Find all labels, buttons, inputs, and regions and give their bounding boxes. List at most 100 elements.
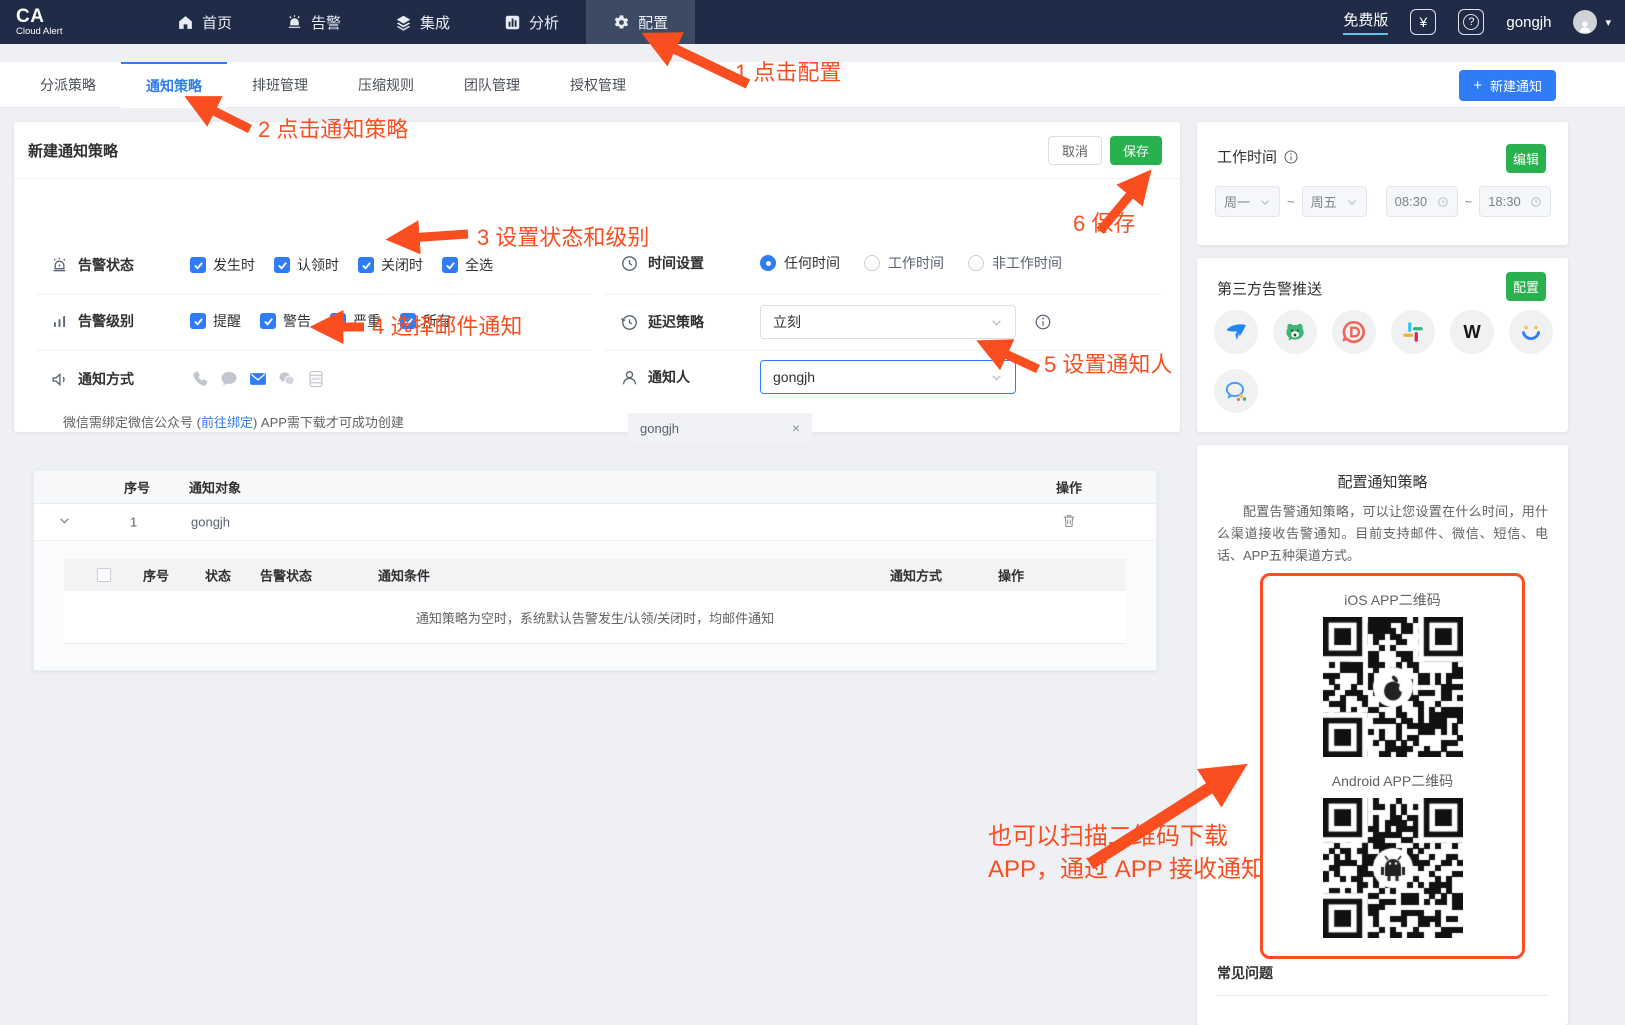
checkbox-checked-icon	[274, 257, 290, 273]
nav-item-analytics[interactable]: 分析	[477, 0, 586, 44]
wechat-icon[interactable]	[277, 369, 297, 389]
time-to-input[interactable]: 18:30	[1479, 186, 1551, 217]
bearychat-icon[interactable]	[1273, 310, 1317, 354]
avatar[interactable]	[1573, 10, 1597, 34]
tab-shift-management[interactable]: 排班管理	[227, 62, 333, 108]
tag-remove-icon[interactable]: ×	[792, 420, 800, 436]
wechat-work-icon[interactable]	[1214, 369, 1258, 413]
username-label[interactable]: gongjh	[1506, 14, 1551, 31]
checkbox-checked-icon	[190, 257, 206, 273]
checkbox-checked-icon	[190, 313, 206, 329]
help-button[interactable]: ?	[1458, 9, 1484, 35]
third-party-card: 第三方告警推送 配置 W	[1197, 258, 1568, 432]
guide-title: 配置通知策略	[1197, 471, 1568, 492]
detail-table-header: 序号 状态 告警状态 通知条件 通知方式 操作	[64, 559, 1126, 591]
day-from-select[interactable]: 周一	[1215, 186, 1280, 217]
clock-icon	[620, 254, 639, 273]
wechat-binding-note: 微信需绑定微信公众号 (前往绑定) APP需下载才可成功创建	[63, 412, 404, 431]
slack-icon[interactable]	[1391, 310, 1435, 354]
android-qr-label: Android APP二维码	[1332, 771, 1453, 791]
tab-compression-rules[interactable]: 压缩规则	[333, 62, 439, 108]
checkbox-on-close[interactable]: 关闭时	[358, 255, 423, 275]
sms-icon[interactable]	[219, 369, 239, 389]
tab-dispatch-policy[interactable]: 分派策略	[15, 62, 121, 108]
delay-clock-icon	[620, 313, 639, 332]
divider	[1217, 995, 1548, 996]
new-notification-button[interactable]: + 新建通知	[1459, 70, 1556, 101]
nav-item-label: 首页	[202, 12, 232, 33]
plan-badge[interactable]: 免费版	[1343, 9, 1388, 35]
navbar-right: 免费版 ¥ ? gongjh ▾	[1343, 9, 1625, 35]
nav-item-label: 告警	[311, 12, 341, 33]
checkbox-level-critical[interactable]: 严重	[330, 311, 381, 331]
radio-icon	[864, 255, 880, 271]
clock-icon	[1437, 196, 1449, 208]
expand-chevron-icon[interactable]	[58, 514, 71, 530]
day-to-select[interactable]: 周五	[1302, 186, 1367, 217]
bearychat-d-icon[interactable]	[1332, 310, 1376, 354]
radio-any-time[interactable]: 任何时间	[760, 253, 840, 273]
checkbox-select-all-status[interactable]: 全选	[442, 255, 493, 275]
radio-work-time[interactable]: 工作时间	[864, 253, 944, 273]
nav-item-home[interactable]: 首页	[150, 0, 259, 44]
person-icon	[620, 368, 639, 387]
delay-policy-label: 延迟策略	[648, 312, 728, 332]
info-icon[interactable]	[1283, 149, 1299, 165]
guide-description: 配置告警通知策略，可以让您设置在什么时间，用什么渠道接收告警通知。目前支持邮件、…	[1217, 501, 1548, 567]
alert-level-icon	[50, 312, 69, 331]
delay-policy-select[interactable]: 立刻	[760, 305, 1016, 339]
ios-qr-label: iOS APP二维码	[1344, 590, 1440, 610]
nav-item-alerts[interactable]: 告警	[259, 0, 368, 44]
edit-work-time-button[interactable]: 编辑	[1506, 144, 1546, 173]
col-action: 操作	[1056, 478, 1082, 497]
detail-col-condition: 通知条件	[378, 566, 430, 585]
checkbox-on-occur[interactable]: 发生时	[190, 255, 255, 275]
form-title: 新建通知策略	[28, 140, 118, 161]
info-icon[interactable]	[1034, 313, 1052, 331]
billing-button[interactable]: ¥	[1410, 9, 1436, 35]
alarm-icon	[286, 14, 303, 31]
qr-annotation-box: iOS APP二维码 Android APP二维码	[1260, 573, 1525, 959]
app-icon[interactable]: APP	[306, 369, 326, 389]
tab-authorization[interactable]: 授权管理	[545, 62, 651, 108]
checkbox-level-all[interactable]: 所有	[400, 311, 451, 331]
alert-status-row: 告警状态 发生时 认领时 关闭时 全选	[50, 255, 493, 275]
radio-non-work-time[interactable]: 非工作时间	[968, 253, 1062, 273]
select-all-checkbox[interactable]	[97, 568, 111, 582]
brand-logo[interactable]: CA Cloud Alert	[0, 7, 150, 37]
dingtalk-icon[interactable]	[1214, 310, 1258, 354]
chevron-down-icon	[1346, 196, 1358, 208]
tab-notification-policy[interactable]: 通知策略	[121, 62, 227, 108]
nav-item-settings[interactable]: 配置	[586, 0, 695, 44]
chevron-down-icon	[990, 371, 1003, 384]
range-separator: ~	[1465, 194, 1473, 209]
tab-team-management[interactable]: 团队管理	[439, 62, 545, 108]
notify-person-label: 通知人	[648, 367, 728, 387]
phone-icon[interactable]	[190, 369, 210, 389]
checkbox-on-claim[interactable]: 认领时	[274, 255, 339, 275]
worktile-icon[interactable]: W	[1450, 310, 1494, 354]
checkbox-level-warning[interactable]: 警告	[260, 311, 311, 331]
smiley-icon[interactable]	[1509, 310, 1553, 354]
question-icon: ?	[1463, 14, 1479, 30]
work-time-card: 工作时间 编辑 周一 ~ 周五 08:30 ~ 18:30	[1197, 122, 1568, 245]
nav-item-label: 集成	[420, 12, 450, 33]
time-from-input[interactable]: 08:30	[1386, 186, 1458, 217]
row-index: 1	[130, 515, 137, 530]
table-header: 序号 通知对象 操作	[34, 471, 1156, 504]
detail-col-action: 操作	[998, 566, 1024, 585]
delete-row-icon[interactable]	[1061, 513, 1077, 532]
save-button[interactable]: 保存	[1110, 136, 1162, 165]
chevron-down-icon[interactable]: ▾	[1605, 16, 1611, 29]
email-icon[interactable]	[248, 369, 268, 389]
brand-logo-text: CA	[16, 7, 150, 26]
settings-tabbar: 分派策略 通知策略 排班管理 压缩规则 团队管理 授权管理 + 新建通知	[0, 62, 1625, 108]
notify-person-select[interactable]: gongjh	[760, 360, 1016, 394]
table-row-detail: 序号 状态 告警状态 通知条件 通知方式 操作 通知策略为空时，系统默认告警发生…	[34, 541, 1156, 670]
configure-third-party-button[interactable]: 配置	[1506, 272, 1546, 301]
cancel-button[interactable]: 取消	[1048, 136, 1102, 165]
checkbox-level-remind[interactable]: 提醒	[190, 311, 241, 331]
alert-status-label: 告警状态	[78, 255, 158, 275]
nav-item-integrations[interactable]: 集成	[368, 0, 477, 44]
go-bind-link[interactable]: 前往绑定	[201, 415, 253, 430]
